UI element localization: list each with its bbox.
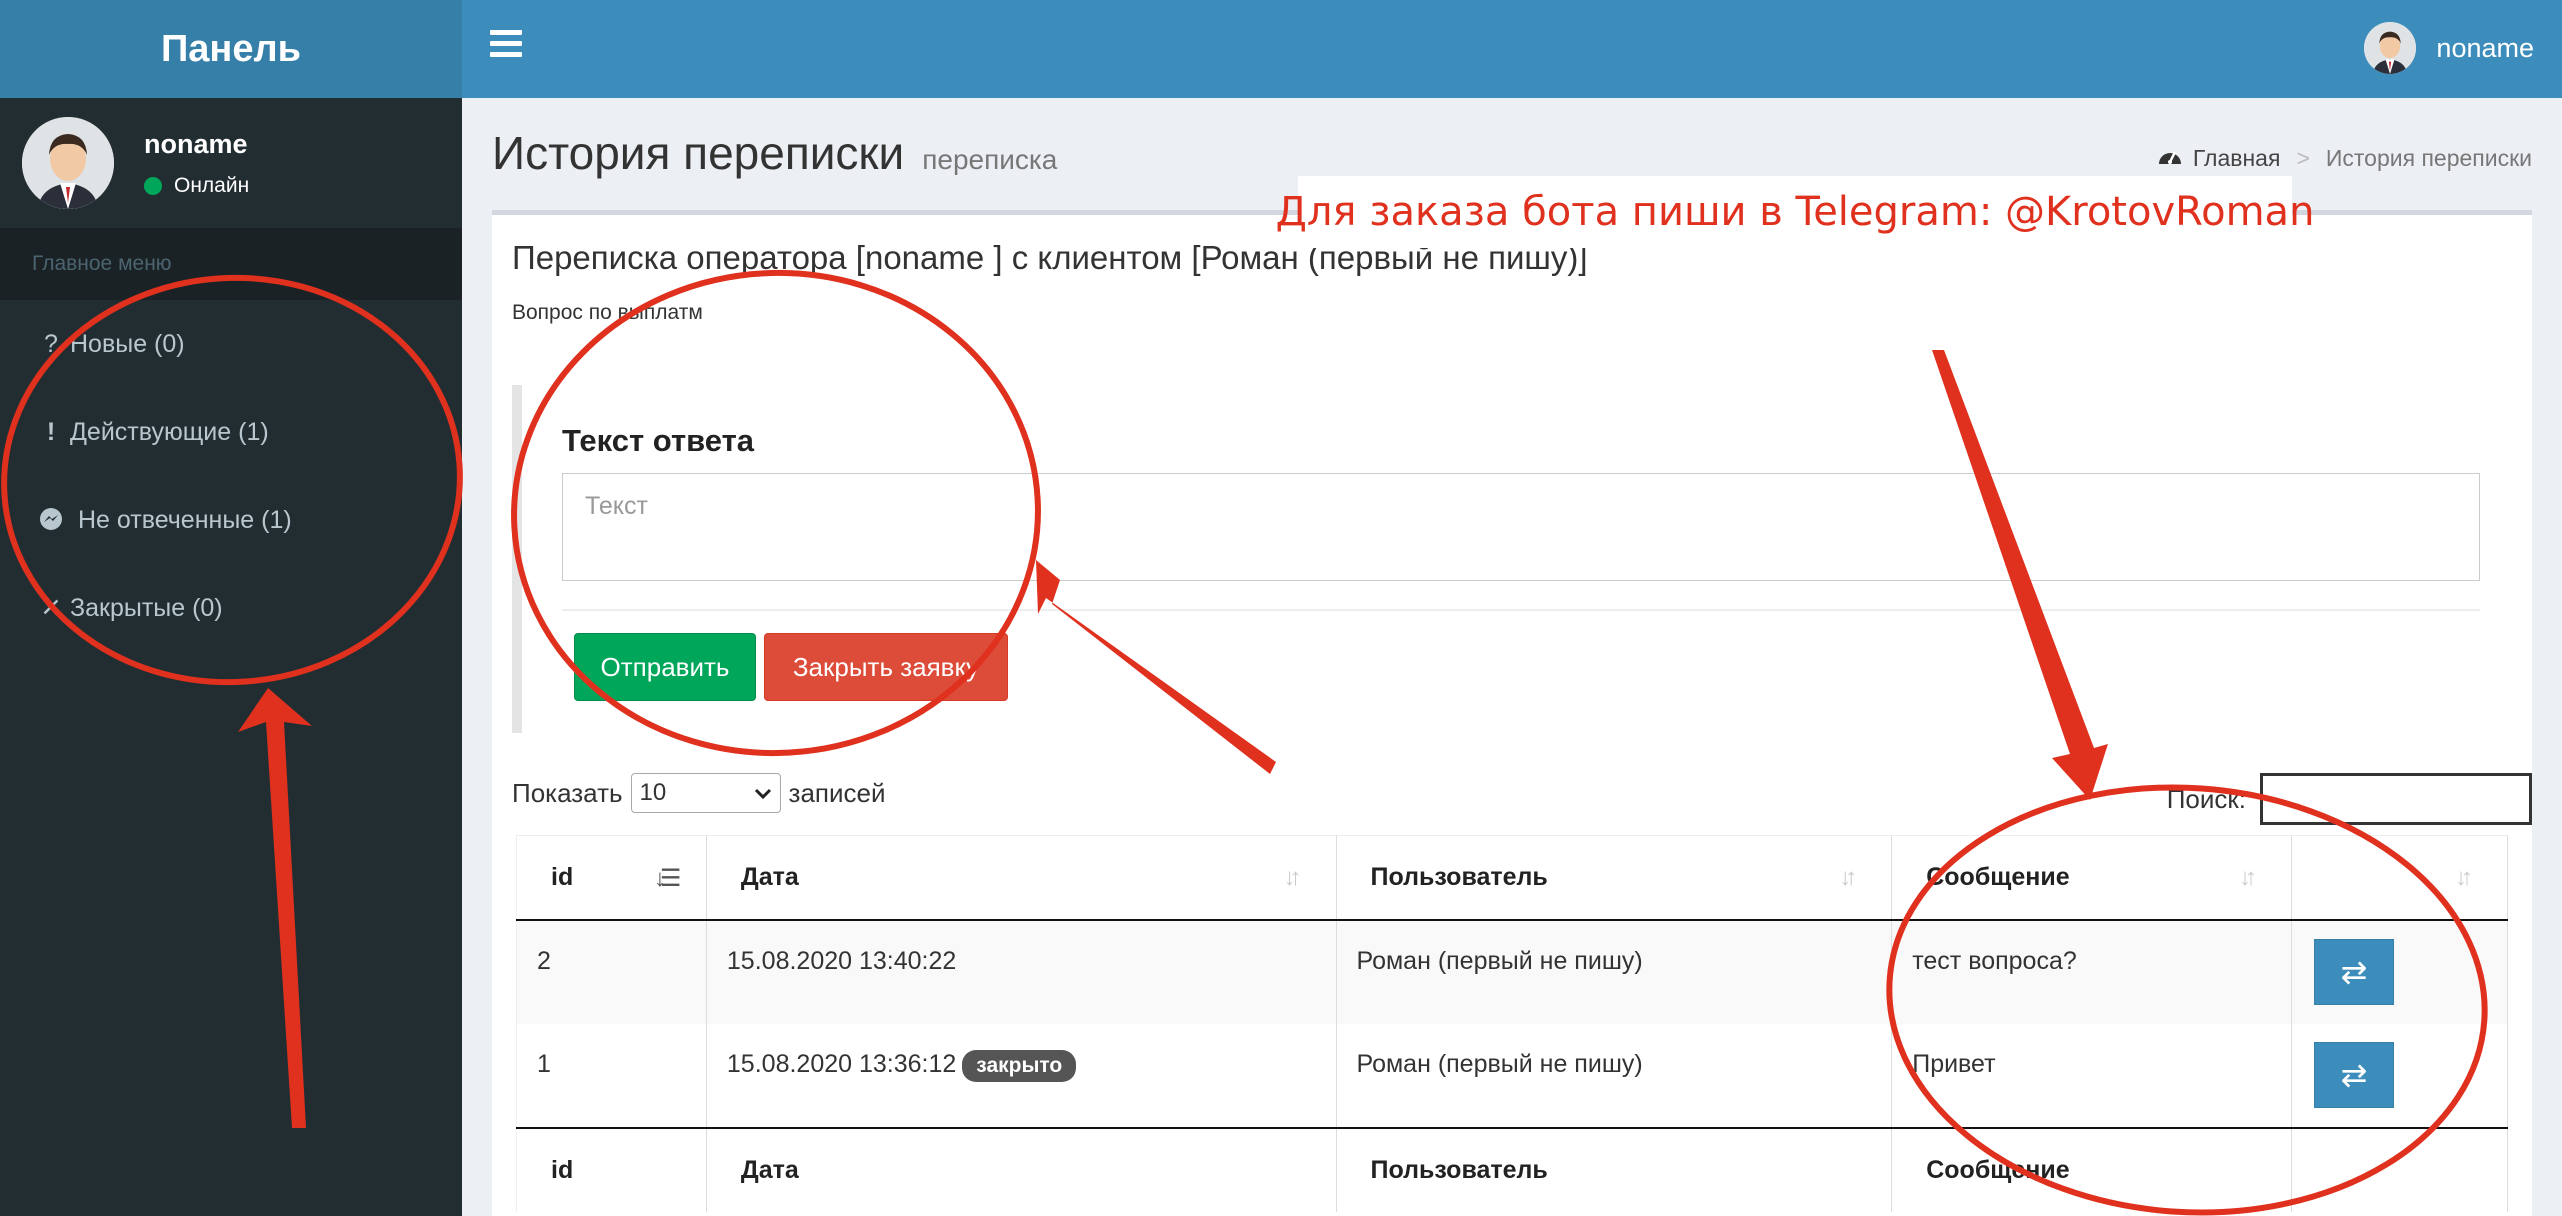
user-status-label: Онлайн <box>174 173 250 197</box>
swap-button[interactable]: ⇄ <box>2314 938 2395 1005</box>
messages-table: id ↓☰ Дата ↓↑ Пользователь ↓↑ Сообщение ↓↑ ↓… <box>516 835 2508 1212</box>
sidebar-item-label: Новые (0) <box>70 329 185 358</box>
swap-icon: ⇄ <box>2340 1056 2368 1093</box>
conversation-box: Переписка оператора [noname ] с клиентом… <box>492 210 2532 1216</box>
sort-icon: ↓↑ <box>2455 864 2473 891</box>
sidebar-item-active[interactable]: ! Действующие (1) <box>0 388 462 476</box>
page-title: История переписки переписка <box>492 126 1057 180</box>
top-user-name: noname <box>2436 32 2534 63</box>
reply-textarea[interactable] <box>562 473 2480 581</box>
close-icon: ✕ <box>40 594 62 622</box>
chevron-down-icon <box>754 779 772 807</box>
page-size-prefix: Показать <box>512 777 623 808</box>
page-size-suffix: записей <box>788 777 886 808</box>
search-input[interactable] <box>2260 773 2532 825</box>
column-footer-date: Дата <box>706 1126 1337 1212</box>
swap-icon: ⇄ <box>2340 953 2368 990</box>
sidebar-item-closed[interactable]: ✕ Закрытые (0) <box>0 564 462 652</box>
table-footer-row: id Дата Пользователь Сообщение <box>516 1126 2508 1212</box>
hamburger-icon[interactable] <box>490 30 522 58</box>
online-dot-icon <box>144 176 162 195</box>
table-row: 2 15.08.2020 13:40:22 Роман (первый не п… <box>516 919 2508 1024</box>
cell-date: 15.08.2020 13:40:22 <box>706 919 1337 1024</box>
cell-user: Роман (первый не пишу) <box>1336 919 1893 1024</box>
reply-form: Текст ответа Отправить Закрыть заявку <box>512 385 2512 733</box>
menu-header: Главное меню <box>0 228 462 300</box>
status-badge: закрыто <box>962 1049 1077 1082</box>
sidebar-item-label: Действующие (1) <box>70 417 269 446</box>
user-status: Онлайн <box>144 174 249 198</box>
page-size-value: 10 <box>639 779 667 806</box>
cell-actions: ⇄ <box>2291 1023 2508 1128</box>
close-ticket-button[interactable]: Закрыть заявку <box>764 633 1008 701</box>
topbar: noname <box>462 0 2562 98</box>
cell-message: тест вопроса? <box>1891 919 2293 1024</box>
cell-id: 1 <box>516 1023 707 1128</box>
sidebar-item-unanswered[interactable]: Не отвеченные (1) <box>0 476 462 564</box>
sidebar-item-new[interactable]: ? Новые (0) <box>0 300 462 388</box>
column-header-id[interactable]: id ↓☰ <box>516 835 707 921</box>
page-subtitle: переписка <box>922 144 1058 175</box>
sort-icon: ↓↑ <box>1283 864 1302 891</box>
search-label: Поиск: <box>2166 783 2246 814</box>
cell-user: Роман (первый не пишу) <box>1336 1023 1893 1128</box>
table-search: Поиск: <box>2167 773 2532 825</box>
user-panel: noname Онлайн <box>0 98 462 228</box>
annotation-banner: Для заказа бота пиши в Telegram: @Krotov… <box>1276 176 2314 248</box>
column-footer-actions <box>2291 1126 2508 1212</box>
sidebar-item-label: Не отвеченные (1) <box>78 505 292 534</box>
table-header-row: id ↓☰ Дата ↓↑ Пользователь ↓↑ Сообщение ↓↑ ↓… <box>516 835 2508 921</box>
cell-actions: ⇄ <box>2291 919 2508 1024</box>
column-header-message[interactable]: Сообщение ↓↑ <box>1891 835 2293 921</box>
avatar <box>22 117 114 209</box>
cell-message: Привет <box>1891 1023 2293 1128</box>
page-title-text: История переписки <box>492 127 905 179</box>
avatar-image <box>22 117 114 209</box>
page-size-control: Показать 10 записей <box>512 773 886 813</box>
sort-icon: ↓↑ <box>2239 864 2257 891</box>
column-footer-id: id <box>516 1126 707 1212</box>
column-header-actions[interactable]: ↓↑ <box>2291 835 2508 921</box>
sort-desc-icon: ↓☰ <box>653 865 682 892</box>
column-header-date[interactable]: Дата ↓↑ <box>706 835 1337 921</box>
dashboard-icon <box>2157 144 2183 172</box>
swap-button[interactable]: ⇄ <box>2314 1041 2395 1108</box>
sidebar: Панель noname Онлайн Главное меню ? Новы… <box>0 0 462 1216</box>
send-button[interactable]: Отправить <box>574 633 756 701</box>
column-footer-user: Пользователь <box>1336 1126 1893 1212</box>
breadcrumb-separator: > <box>2296 144 2310 171</box>
messenger-icon <box>36 507 66 533</box>
sidebar-menu: ? Новые (0) ! Действующие (1) Не отвечен… <box>0 300 462 652</box>
column-footer-message: Сообщение <box>1891 1126 2293 1212</box>
breadcrumb: Главная > История переписки <box>2157 144 2532 172</box>
exclamation-icon: ! <box>46 417 56 446</box>
question-icon: ? <box>44 329 58 358</box>
sidebar-user-name: noname <box>144 128 248 159</box>
reply-label: Текст ответа <box>562 423 755 458</box>
table-row: 1 15.08.2020 13:36:12 закрыто Роман (перв… <box>516 1023 2508 1128</box>
cell-date: 15.08.2020 13:36:12 закрыто <box>706 1023 1337 1128</box>
column-header-user[interactable]: Пользователь ↓↑ <box>1336 835 1893 921</box>
sort-icon: ↓↑ <box>1839 864 1857 891</box>
ticket-question: Вопрос по выплатм <box>512 301 703 324</box>
top-user-menu[interactable]: noname <box>2364 22 2534 74</box>
breadcrumb-current: История переписки <box>2325 144 2532 171</box>
avatar <box>2364 22 2417 74</box>
breadcrumb-home[interactable]: Главная <box>2193 145 2281 172</box>
page-size-select[interactable]: 10 <box>630 773 781 813</box>
logo[interactable]: Панель <box>0 0 462 98</box>
cell-id: 2 <box>516 919 707 1024</box>
sidebar-item-label: Закрытые (0) <box>70 593 223 622</box>
divider <box>562 609 2480 611</box>
